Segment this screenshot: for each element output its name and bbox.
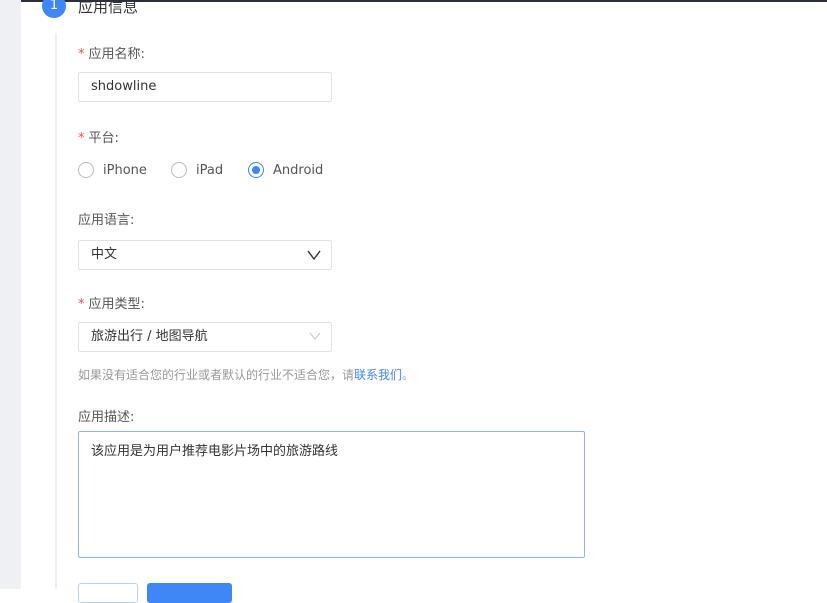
radio-circle-icon — [78, 162, 94, 178]
platform-label: * 平台: — [78, 127, 119, 146]
chevron-down-icon — [309, 332, 321, 340]
app-name-input[interactable]: shdowline — [78, 72, 332, 102]
step-connector-line — [55, 33, 57, 589]
section-title: 应用信息 — [78, 0, 139, 16]
category-label-text: 应用类型: — [88, 297, 145, 312]
radio-circle-icon — [171, 162, 187, 178]
radio-ipad[interactable]: iPad — [171, 162, 223, 178]
language-select[interactable]: 中文 — [78, 240, 332, 270]
required-marker: * — [78, 47, 85, 62]
language-value: 中文 — [91, 247, 118, 262]
category-hint: 如果没有适合您的行业或者默认的行业不适合您，请联系我们。 — [78, 366, 414, 383]
hint-text: 如果没有适合您的行业或者默认的行业不适合您，请 — [78, 368, 355, 382]
platform-label-text: 平台: — [88, 131, 119, 146]
app-name-label: * 应用名称: — [78, 43, 145, 62]
description-label: 应用描述: — [78, 410, 135, 425]
category-value: 旅游出行 / 地图导航 — [91, 329, 208, 344]
language-label: 应用语言: — [78, 213, 135, 228]
radio-label: iPhone — [103, 162, 147, 178]
contact-us-link[interactable]: 联系我们 — [354, 368, 402, 382]
hint-end: 。 — [402, 368, 415, 382]
required-marker: * — [78, 297, 85, 312]
app-name-label-text: 应用名称: — [88, 47, 145, 62]
radio-iphone[interactable]: iPhone — [78, 162, 147, 178]
radio-label: Android — [273, 162, 324, 178]
radio-android[interactable]: Android — [248, 162, 323, 178]
chevron-down-icon — [307, 250, 321, 261]
category-select[interactable]: 旅游出行 / 地图导航 — [78, 322, 332, 352]
description-textarea[interactable]: 该应用是为用户推荐电影片场中的旅游路线 — [78, 431, 585, 558]
category-label: * 应用类型: — [78, 293, 145, 312]
left-sidebar-edge — [0, 0, 21, 589]
radio-checked-icon — [248, 162, 264, 178]
radio-label: iPad — [196, 162, 224, 178]
primary-button[interactable] — [147, 583, 232, 603]
required-marker: * — [78, 131, 85, 146]
secondary-button[interactable] — [78, 583, 138, 603]
step-number-badge: 1 — [42, 0, 66, 18]
